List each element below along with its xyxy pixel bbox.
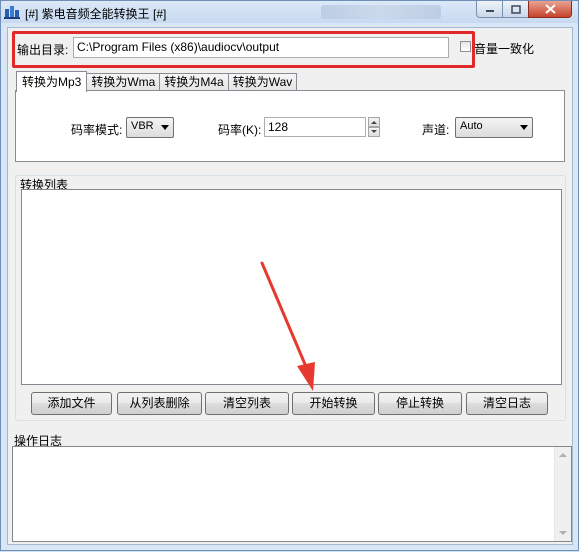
log-textarea[interactable] [12, 446, 572, 542]
scroll-down-icon[interactable] [559, 531, 567, 535]
maximize-icon [510, 4, 521, 14]
tab-wav[interactable]: 转换为Wav [227, 73, 298, 91]
add-file-button[interactable]: 添加文件 [31, 392, 112, 415]
chevron-down-icon [161, 125, 169, 130]
title-blurred-area [321, 5, 441, 19]
chevron-down-icon [520, 125, 528, 130]
bitrate-label: 码率(K): [218, 123, 262, 137]
volume-normalize-label: 音量一致化 [474, 42, 535, 56]
stop-convert-button[interactable]: 停止转换 [378, 392, 462, 415]
bitrate-mode-select[interactable]: VBR [126, 117, 174, 138]
app-icon [4, 6, 20, 19]
bitrate-mode-value: VBR [131, 120, 154, 132]
start-convert-button[interactable]: 开始转换 [292, 392, 375, 415]
tab-m4a[interactable]: 转换为M4a [159, 73, 229, 91]
log-scrollbar[interactable] [554, 447, 571, 541]
spin-up-icon[interactable] [368, 117, 380, 127]
close-button[interactable] [528, 1, 572, 18]
mp3-settings-panel: 码率模式: VBR 码率(K): 128 声道: Auto [15, 90, 565, 162]
title-bar[interactable]: [#] 紫电音频全能转换王 [#] [1, 1, 578, 23]
main-panel: 输出目录: C:\Program Files (x86)\audiocv\out… [7, 27, 573, 545]
channel-label: 声道: [422, 123, 450, 137]
scroll-up-icon[interactable] [559, 453, 567, 457]
maximize-button[interactable] [502, 1, 529, 18]
window-title: [#] 紫电音频全能转换王 [#] [25, 7, 167, 21]
annotation-highlight-box [12, 31, 475, 68]
bitrate-mode-label: 码率模式: [71, 123, 123, 137]
convert-list[interactable] [21, 189, 562, 385]
bitrate-input[interactable]: 128 [264, 117, 366, 137]
minimize-icon [485, 10, 494, 12]
tab-wma[interactable]: 转换为Wma [86, 73, 161, 91]
app-window: [#] 紫电音频全能转换王 [#] 输出目录: C:\Program Files… [0, 0, 579, 551]
clear-log-button[interactable]: 清空日志 [466, 392, 548, 415]
tab-mp3[interactable]: 转换为Mp3 [16, 71, 88, 92]
close-icon [544, 4, 556, 14]
format-tabs: 转换为Mp3 转换为Wma 转换为M4a 转换为Wav [16, 71, 298, 92]
bitrate-spinner[interactable] [368, 117, 380, 137]
channel-select[interactable]: Auto [455, 117, 533, 138]
clear-list-button[interactable]: 清空列表 [205, 392, 289, 415]
minimize-button[interactable] [476, 1, 503, 18]
spin-down-icon[interactable] [368, 127, 380, 137]
channel-value: Auto [460, 120, 483, 132]
remove-from-list-button[interactable]: 从列表删除 [117, 392, 202, 415]
